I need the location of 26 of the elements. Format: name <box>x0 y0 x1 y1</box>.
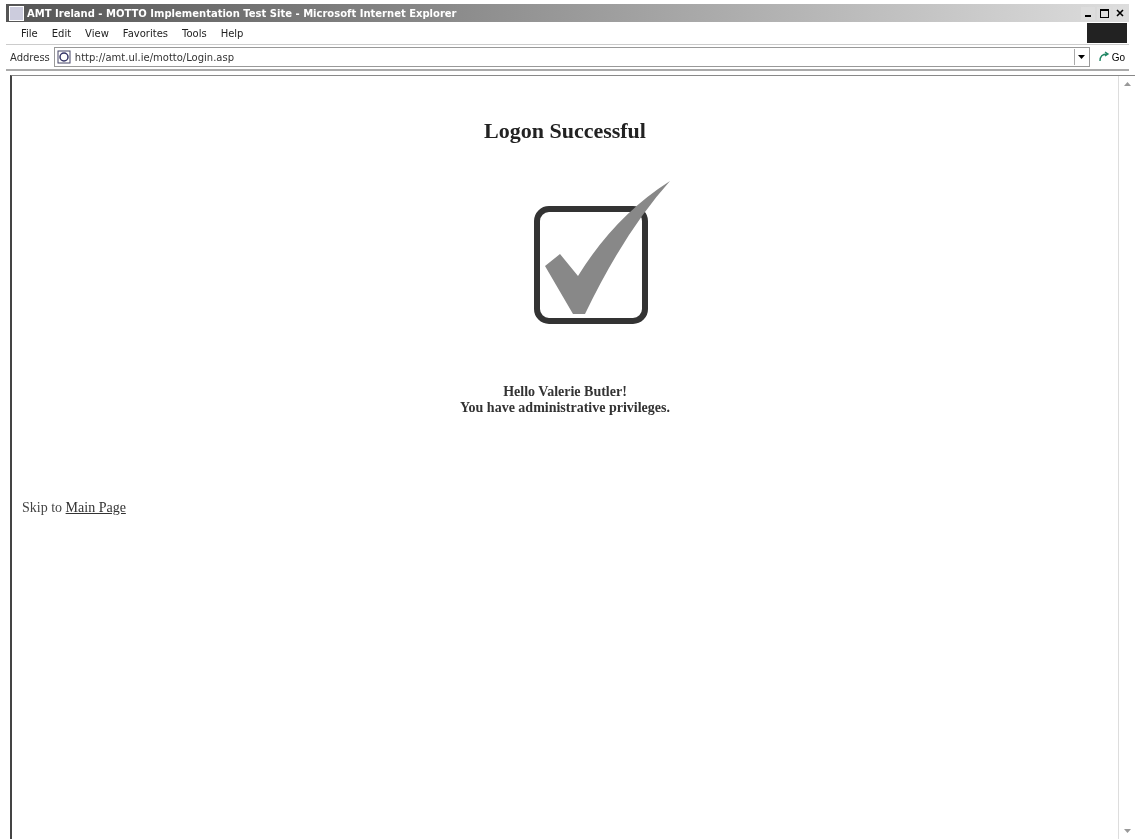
maximize-icon <box>1099 8 1109 18</box>
minimize-button[interactable] <box>1081 6 1095 20</box>
up-arrow-icon <box>1123 82 1131 86</box>
menu-item[interactable]: Tools <box>175 27 214 39</box>
menu-item[interactable]: File <box>14 27 45 39</box>
down-arrow-icon <box>1123 829 1131 833</box>
menu-item[interactable]: Favorites <box>115 27 175 39</box>
maximize-button[interactable] <box>1097 6 1111 20</box>
privileges-message: You have administrative privileges. <box>460 400 670 416</box>
address-field[interactable]: http://amt.ul.ie/motto/Login.asp <box>53 47 1090 67</box>
menu-item[interactable]: Help <box>213 27 251 39</box>
close-icon <box>1116 9 1124 17</box>
page-heading: Logon Successful <box>484 118 646 144</box>
down-arrow-icon <box>1078 55 1086 59</box>
main-page-link[interactable]: Main Page <box>65 500 126 515</box>
go-arrow-icon <box>1097 51 1110 63</box>
menu-item[interactable]: Edit <box>44 27 79 39</box>
menu-item[interactable]: View <box>78 27 116 39</box>
close-button[interactable] <box>1113 6 1127 20</box>
address-label: Address <box>9 51 50 63</box>
go-button[interactable]: Go <box>1093 51 1129 63</box>
page-icon <box>56 50 71 64</box>
greeting-text: Hello Valerie Butler! <box>503 384 627 400</box>
browser-icon <box>9 5 24 21</box>
window-title: AMT Ireland - MOTTO Implementation Test Site - Microsoft Internet Explorer <box>27 7 458 19</box>
skip-label: Skip to <box>22 500 63 515</box>
